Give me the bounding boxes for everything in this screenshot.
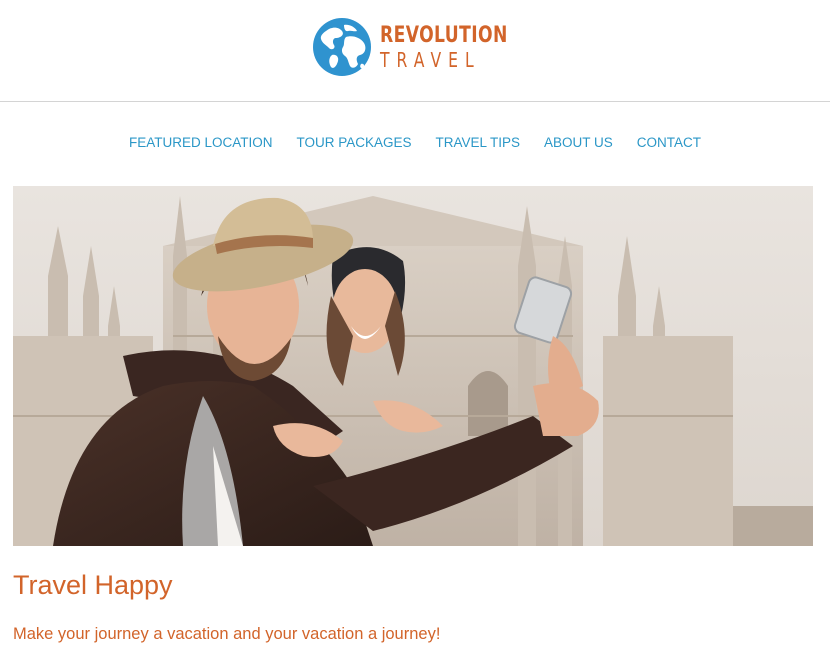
globe-icon (313, 18, 371, 76)
nav-about-us[interactable]: ABOUT US (544, 135, 613, 150)
brand-name-line2: TRAVEL (380, 48, 481, 72)
nav-contact[interactable]: CONTACT (637, 135, 701, 150)
page-tagline: Make your journey a vacation and your va… (13, 625, 441, 643)
logo-text: REVOLUTION TRAVEL (380, 23, 544, 71)
nav-featured-location[interactable]: FEATURED LOCATION (129, 135, 273, 150)
page-headline: Travel Happy (13, 570, 173, 600)
main-nav: FEATURED LOCATION TOUR PACKAGES TRAVEL T… (0, 135, 830, 150)
site-header: REVOLUTION TRAVEL (0, 0, 830, 102)
hero-image (13, 186, 813, 546)
hero-photo-illustration (13, 186, 813, 546)
brand-name-line1: REVOLUTION (380, 23, 508, 48)
nav-travel-tips[interactable]: TRAVEL TIPS (436, 135, 521, 150)
nav-tour-packages[interactable]: TOUR PACKAGES (296, 135, 411, 150)
site-logo[interactable]: REVOLUTION TRAVEL (312, 16, 544, 78)
